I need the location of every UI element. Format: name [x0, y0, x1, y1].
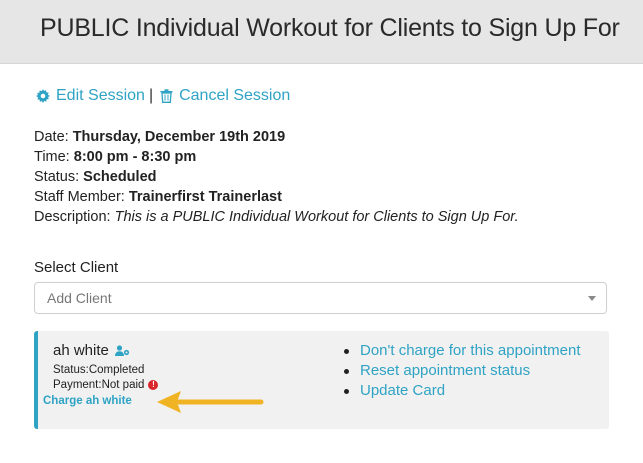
edit-session-link[interactable]: Edit Session [36, 87, 145, 105]
add-client-select[interactable]: Add Client [34, 282, 607, 314]
staff-value: Trainerfirst Trainerlast [128, 189, 282, 205]
dont-charge-link[interactable]: Don't charge for this appointment [343, 341, 581, 361]
cancel-session-label: Cancel Session [179, 87, 291, 104]
description-value: This is a PUBLIC Individual Workout for … [114, 209, 519, 225]
client-options-list: Don't charge for this appointment Reset … [343, 341, 581, 401]
status-value: Scheduled [83, 169, 157, 185]
time-value: 8:00 pm - 8:30 pm [73, 149, 197, 165]
modal-header: PUBLIC Individual Workout for Clients to… [0, 0, 643, 64]
status-row: Status: Scheduled [34, 169, 157, 185]
client-status: Status: Completed [53, 364, 145, 376]
time-row: Time: 8:00 pm - 8:30 pm [34, 149, 197, 165]
user-settings-icon[interactable] [114, 345, 130, 356]
date-row: Date: Thursday, December 19th 2019 [34, 129, 286, 145]
add-client-placeholder: Add Client [47, 290, 112, 306]
session-details: Date: Thursday, December 19th 2019 Time:… [34, 127, 519, 227]
charge-client-link[interactable]: Charge ah white [43, 395, 132, 407]
reset-status-link[interactable]: Reset appointment status [343, 361, 581, 381]
chevron-down-icon [588, 296, 596, 301]
client-name: ah white [53, 342, 109, 359]
cancel-session-link[interactable]: Cancel Session [160, 87, 290, 105]
annotation-arrow-icon [157, 391, 264, 413]
staff-row: Staff Member: Trainerfirst Trainerlast [34, 189, 282, 205]
date-value: Thursday, December 19th 2019 [72, 129, 286, 145]
client-payment: Payment: Not paid ! [53, 379, 159, 391]
actions-separator: | [148, 87, 154, 104]
client-card: ah white Status: Completed Payment: Not … [34, 331, 609, 429]
description-row: Description: This is a PUBLIC Individual… [34, 209, 519, 225]
update-card-link[interactable]: Update Card [343, 381, 581, 401]
edit-session-label: Edit Session [56, 87, 145, 104]
select-client-label: Select Client [34, 259, 119, 276]
modal-title: PUBLIC Individual Workout for Clients to… [40, 14, 620, 42]
client-payment-value: Not paid [101, 379, 145, 391]
trash-icon [160, 89, 173, 103]
client-status-value: Completed [88, 364, 145, 376]
client-name-row: ah white [53, 342, 130, 359]
gear-icon [36, 89, 50, 103]
session-actions: Edit Session | Cancel Session [36, 87, 290, 105]
